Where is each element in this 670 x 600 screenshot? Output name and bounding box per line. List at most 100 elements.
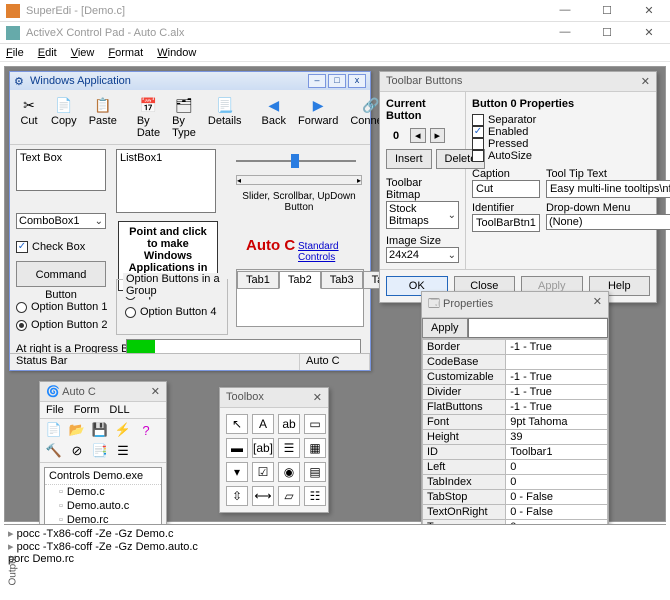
tb-cut[interactable]: ✂Cut	[14, 93, 44, 141]
menu-dll[interactable]: DLL	[109, 404, 129, 416]
help-icon[interactable]: ?	[136, 421, 156, 439]
grid-icon[interactable]: ▦	[304, 438, 326, 458]
chk-autosize[interactable]: AutoSize	[472, 150, 670, 162]
prop-name[interactable]: Height	[423, 430, 506, 445]
prop-value[interactable]: -1 - True	[506, 385, 608, 400]
maximize-icon[interactable]: □	[328, 74, 346, 88]
property-value-input[interactable]	[468, 318, 608, 338]
tb-bytype[interactable]: 🗂By Type	[167, 93, 201, 141]
imgsize-combo[interactable]: 24x24	[386, 247, 459, 263]
close-icon[interactable]: ✕	[634, 26, 664, 39]
slider-icon[interactable]: ⟷	[252, 486, 274, 506]
caption-input[interactable]: Cut	[472, 180, 540, 198]
prop-value[interactable]: 0 - False	[506, 490, 608, 505]
file-item[interactable]: Demo.c	[45, 485, 161, 499]
prop-value[interactable]: 0 - False	[506, 505, 608, 520]
textbox[interactable]: Text Box	[16, 149, 106, 191]
textbox-icon[interactable]: ab	[278, 414, 300, 434]
label-icon[interactable]: A	[252, 414, 274, 434]
progress-icon[interactable]: ▱	[278, 486, 300, 506]
minimize-icon[interactable]: —	[550, 4, 580, 17]
slider[interactable]	[236, 151, 356, 171]
close-icon[interactable]: x	[348, 74, 366, 88]
option2[interactable]: Option Button 2	[16, 319, 107, 331]
prop-name[interactable]: ID	[423, 445, 506, 460]
tree-root[interactable]: Controls Demo.exe	[45, 468, 161, 485]
prop-value[interactable]: 0	[506, 475, 608, 490]
identifier-input[interactable]: ToolBarBtn1	[472, 214, 540, 232]
tb-back[interactable]: ◀Back	[257, 93, 291, 141]
tb-paste[interactable]: 📋Paste	[84, 93, 122, 141]
tooltip-input[interactable]: Easy multi-line tooltips\nfor toolbar bu…	[546, 180, 670, 198]
tb-forward[interactable]: ▶Forward	[293, 93, 343, 141]
new-icon[interactable]: 📄	[44, 421, 64, 439]
open-icon[interactable]: 📂	[67, 421, 87, 439]
tb-details[interactable]: 📃Details	[203, 93, 247, 141]
scrollbar[interactable]: ◂▸	[236, 175, 362, 185]
chk-enabled[interactable]: ✓Enabled	[472, 126, 670, 138]
menu-file[interactable]: File	[6, 47, 24, 59]
frame-icon[interactable]: ▭	[304, 414, 326, 434]
pointer-icon[interactable]: ↖	[226, 414, 248, 434]
copy-icon[interactable]: 📑	[90, 442, 110, 460]
props-icon[interactable]: ☰	[113, 442, 133, 460]
prop-name[interactable]: Font	[423, 415, 506, 430]
prop-value[interactable]	[506, 355, 608, 370]
radio-icon[interactable]: ◉	[278, 462, 300, 482]
option4[interactable]: Option Button 4	[125, 306, 219, 318]
run-icon[interactable]: ⚡	[113, 421, 133, 439]
option1[interactable]: Option Button 1	[16, 301, 107, 313]
minimize-icon[interactable]: –	[308, 74, 326, 88]
file-item[interactable]: Demo.auto.c	[45, 499, 161, 513]
prop-name[interactable]: CodeBase	[423, 355, 506, 370]
maximize-icon[interactable]: ☐	[592, 26, 622, 39]
apply-button[interactable]: Apply	[422, 318, 468, 338]
prop-name[interactable]: TextOnRight	[423, 505, 506, 520]
close-icon[interactable]: ✕	[641, 75, 650, 88]
combobox[interactable]: ComboBox1	[16, 213, 106, 229]
prop-name[interactable]: Customizable	[423, 370, 506, 385]
build-icon[interactable]: 🔨	[44, 442, 64, 460]
chk-pressed[interactable]: Pressed	[472, 138, 670, 150]
save-icon[interactable]: 💾	[90, 421, 110, 439]
prop-name[interactable]: TabIndex	[423, 475, 506, 490]
prop-name[interactable]: FlatButtons	[423, 400, 506, 415]
menu-edit[interactable]: Edit	[38, 47, 57, 59]
tb-bydate[interactable]: 📅By Date	[132, 93, 165, 141]
menu-form[interactable]: Form	[74, 404, 100, 416]
tab3[interactable]: Tab3	[321, 271, 363, 289]
prop-name[interactable]: Border	[423, 340, 506, 355]
check-icon[interactable]: ☑	[252, 462, 274, 482]
prop-name[interactable]: TabStop	[423, 490, 506, 505]
prop-value[interactable]: 0	[506, 460, 608, 475]
tree-icon[interactable]: ☷	[304, 486, 326, 506]
menu-format[interactable]: Format	[108, 47, 143, 59]
tab2[interactable]: Tab2	[279, 271, 321, 289]
prop-value[interactable]: 39	[506, 430, 608, 445]
insert-button[interactable]: Insert	[386, 149, 432, 169]
prev-button[interactable]: ◂	[410, 128, 426, 143]
bitmap-combo[interactable]: Stock Bitmaps	[386, 201, 459, 229]
close-icon[interactable]: ✕	[313, 391, 322, 404]
close-icon[interactable]: ✕	[151, 385, 160, 398]
menu-window[interactable]: Window	[157, 47, 196, 59]
dropdown-combo[interactable]: (None)	[546, 214, 670, 230]
tb-copy[interactable]: 📄Copy	[46, 93, 82, 141]
menu-file[interactable]: File	[46, 404, 64, 416]
combo-icon[interactable]: ▾	[226, 462, 248, 482]
stop-icon[interactable]: ⊘	[67, 442, 87, 460]
prop-value[interactable]: Toolbar1	[506, 445, 608, 460]
listbox[interactable]: ListBox1	[116, 149, 216, 213]
prop-value[interactable]: -1 - True	[506, 400, 608, 415]
button-icon[interactable]: ▬	[226, 438, 248, 458]
prop-value[interactable]: 9pt Tahoma	[506, 415, 608, 430]
prop-name[interactable]: Left	[423, 460, 506, 475]
command-button[interactable]: Command Button	[16, 261, 106, 287]
maximize-icon[interactable]: ☐	[592, 4, 622, 17]
close-icon[interactable]: ✕	[634, 4, 664, 17]
menu-view[interactable]: View	[71, 47, 95, 59]
tab-icon[interactable]: ▤	[304, 462, 326, 482]
edit-icon[interactable]: [ab]	[252, 438, 274, 458]
list-icon[interactable]: ☰	[278, 438, 300, 458]
tab1[interactable]: Tab1	[237, 271, 279, 289]
